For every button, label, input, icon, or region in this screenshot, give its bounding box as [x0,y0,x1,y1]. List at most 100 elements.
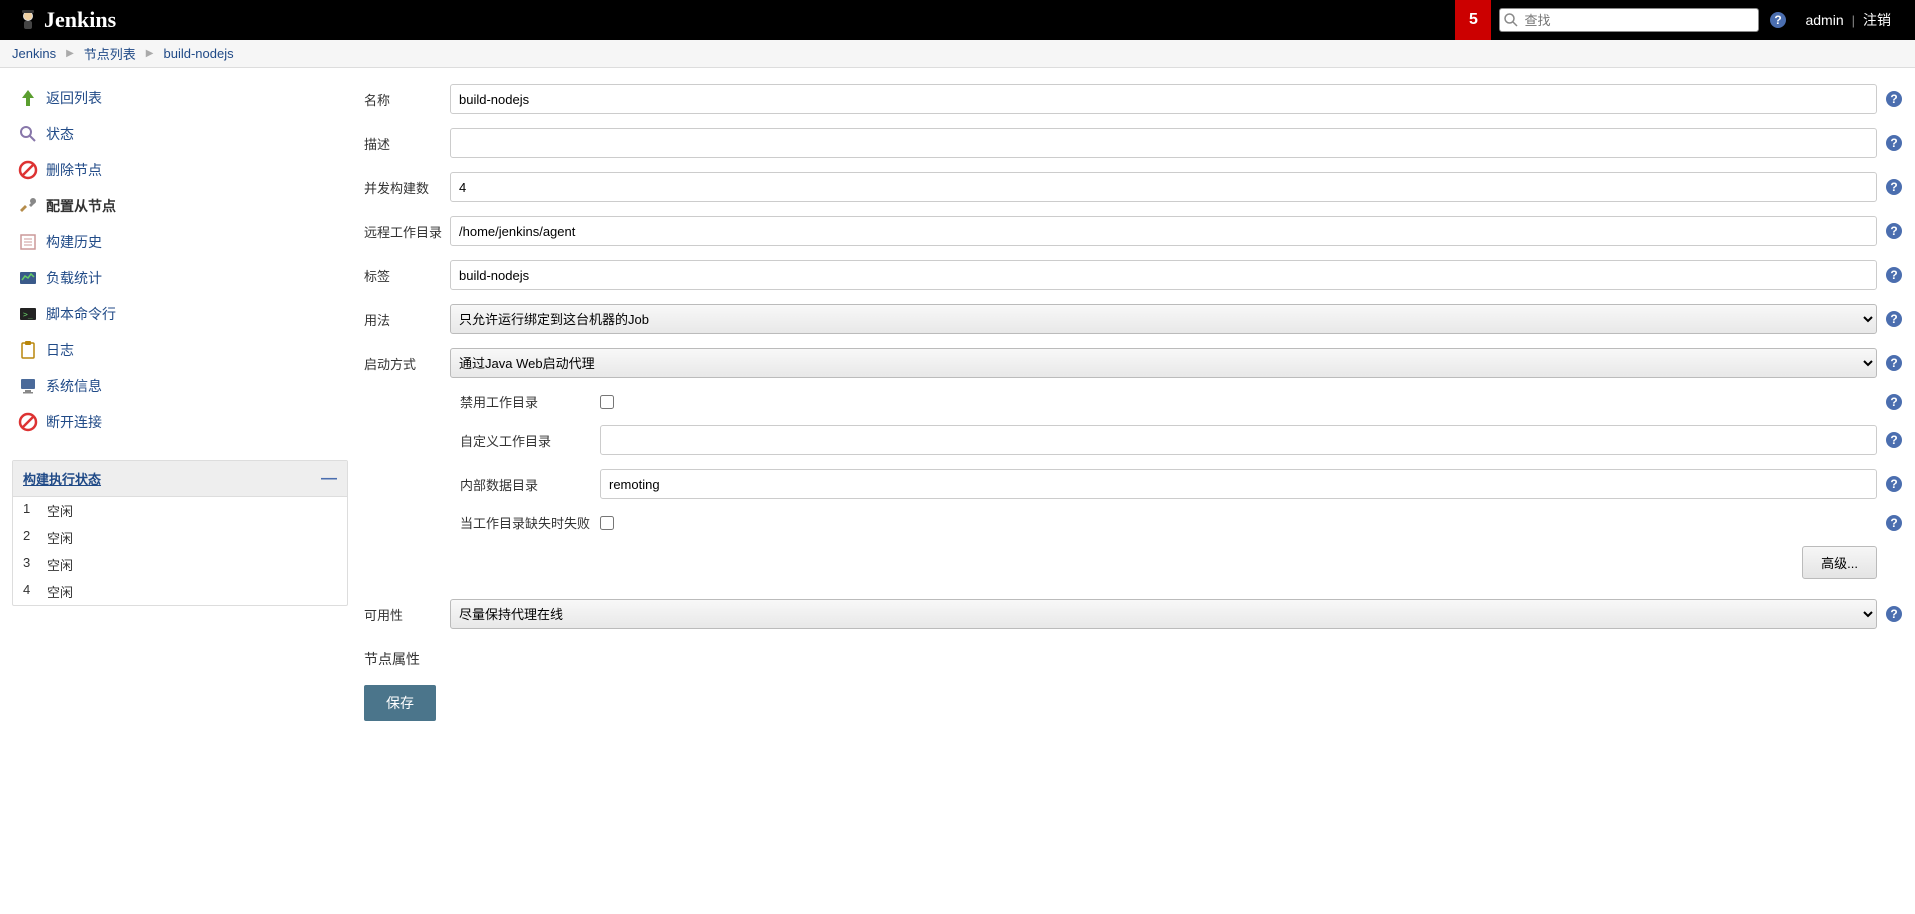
fail-missing-checkbox[interactable] [600,516,614,530]
svg-text:?: ? [1890,356,1897,370]
computer-icon [16,374,40,398]
header-separator: | [1852,13,1855,28]
sidebar-item-label: 配置从节点 [46,196,116,216]
executor-row: 2 空闲 [13,524,347,551]
label-labels: 标签 [364,260,450,285]
breadcrumb-item-0[interactable]: Jenkins [12,46,56,61]
save-button[interactable]: 保存 [364,685,436,721]
executors-pane-header: 构建执行状态 — [13,461,347,497]
help-icon[interactable]: ? [1769,11,1787,29]
jenkins-logo[interactable]: Jenkins [16,7,116,33]
label-fail-missing: 当工作目录缺失时失败 [460,513,600,532]
disable-workdir-checkbox[interactable] [600,395,614,409]
top-header: Jenkins 5 ? admin | 注销 [0,0,1915,40]
breadcrumb-item-1[interactable]: 节点列表 [84,44,136,63]
sidebar-item-delete[interactable]: 删除节点 [12,152,352,188]
executor-num: 1 [23,501,47,520]
forbidden-icon [16,410,40,434]
help-icon[interactable]: ? [1885,90,1903,108]
executor-state: 空闲 [47,582,73,601]
svg-text:?: ? [1890,180,1897,194]
search-box [1499,8,1759,32]
notepad-icon [16,230,40,254]
executors-input[interactable] [450,172,1877,202]
sidebar-item-label: 日志 [46,340,74,360]
svg-text:>_: >_ [23,310,33,319]
svg-text:?: ? [1890,268,1897,282]
wrench-icon [16,194,40,218]
sidebar-item-label: 返回列表 [46,88,102,108]
logout-link[interactable]: 注销 [1863,10,1891,30]
executor-num: 2 [23,528,47,547]
chevron-right-icon: ▶ [66,48,74,59]
help-icon[interactable]: ? [1885,605,1903,623]
svg-text:?: ? [1890,312,1897,326]
sidebar-item-load[interactable]: 负载统计 [12,260,352,296]
label-internal-dir: 内部数据目录 [460,475,600,494]
executor-state: 空闲 [47,555,73,574]
launch-sub-section: 禁用工作目录 ? 自定义工作目录 ? 内部数据目录 ? [460,392,1903,532]
sidebar-item-label: 构建历史 [46,232,102,252]
sidebar: 返回列表 状态 删除节点 配置从节点 构建历史 负载统计 >_ 脚本命令行 日志 [0,68,352,761]
svg-text:?: ? [1775,13,1782,27]
help-icon[interactable]: ? [1885,178,1903,196]
executors-title-link[interactable]: 构建执行状态 [23,469,101,488]
executors-pane: 构建执行状态 — 1 空闲 2 空闲 3 空闲 4 空闲 [12,460,348,606]
label-custom-workdir: 自定义工作目录 [460,431,600,450]
breadcrumb-item-2[interactable]: build-nodejs [164,46,234,61]
help-icon[interactable]: ? [1885,266,1903,284]
svg-text:?: ? [1890,516,1897,530]
executor-row: 3 空闲 [13,551,347,578]
help-icon[interactable]: ? [1885,134,1903,152]
sidebar-item-history[interactable]: 构建历史 [12,224,352,260]
remote-fs-input[interactable] [450,216,1877,246]
sidebar-item-sysinfo[interactable]: 系统信息 [12,368,352,404]
svg-text:?: ? [1890,136,1897,150]
description-input[interactable] [450,128,1877,158]
sidebar-item-configure[interactable]: 配置从节点 [12,188,352,224]
svg-text:?: ? [1890,477,1897,491]
help-icon[interactable]: ? [1885,431,1903,449]
help-icon[interactable]: ? [1885,222,1903,240]
sidebar-item-disconnect[interactable]: 断开连接 [12,404,352,440]
breadcrumb: Jenkins ▶ 节点列表 ▶ build-nodejs [0,40,1915,68]
usage-select[interactable]: 只允许运行绑定到这台机器的Job [450,304,1877,334]
sidebar-item-back[interactable]: 返回列表 [12,80,352,116]
label-availability: 可用性 [364,599,450,624]
search-input[interactable] [1499,8,1759,32]
custom-workdir-input[interactable] [600,425,1877,455]
main-panel: 名称 ? 描述 ? 并发构建数 ? 远程工作目录 ? [352,68,1915,761]
name-input[interactable] [450,84,1877,114]
jenkins-logo-text: Jenkins [44,7,116,33]
notification-badge[interactable]: 5 [1455,0,1491,40]
label-remote-fs: 远程工作目录 [364,216,450,241]
sidebar-item-label: 状态 [46,124,74,144]
sidebar-item-script[interactable]: >_ 脚本命令行 [12,296,352,332]
forbidden-icon [16,158,40,182]
svg-text:?: ? [1890,433,1897,447]
internal-dir-input[interactable] [600,469,1877,499]
search-icon [1503,12,1519,28]
svg-text:?: ? [1890,607,1897,621]
help-icon[interactable]: ? [1885,393,1903,411]
sidebar-item-label: 删除节点 [46,160,102,180]
user-link[interactable]: admin [1805,12,1843,28]
collapse-icon[interactable]: — [321,470,337,488]
labels-input[interactable] [450,260,1877,290]
label-executors: 并发构建数 [364,172,450,197]
availability-select[interactable]: 尽量保持代理在线 [450,599,1877,629]
executor-num: 4 [23,582,47,601]
node-props-title: 节点属性 [364,649,1903,669]
launch-select[interactable]: 通过Java Web启动代理 [450,348,1877,378]
help-icon[interactable]: ? [1885,354,1903,372]
sidebar-item-label: 脚本命令行 [46,304,116,324]
svg-text:?: ? [1890,224,1897,238]
help-icon[interactable]: ? [1885,475,1903,493]
jenkins-logo-icon [16,8,40,32]
advanced-button[interactable]: 高级... [1802,546,1877,579]
sidebar-item-status[interactable]: 状态 [12,116,352,152]
help-icon[interactable]: ? [1885,310,1903,328]
help-icon[interactable]: ? [1885,514,1903,532]
sidebar-item-log[interactable]: 日志 [12,332,352,368]
label-description: 描述 [364,128,450,153]
